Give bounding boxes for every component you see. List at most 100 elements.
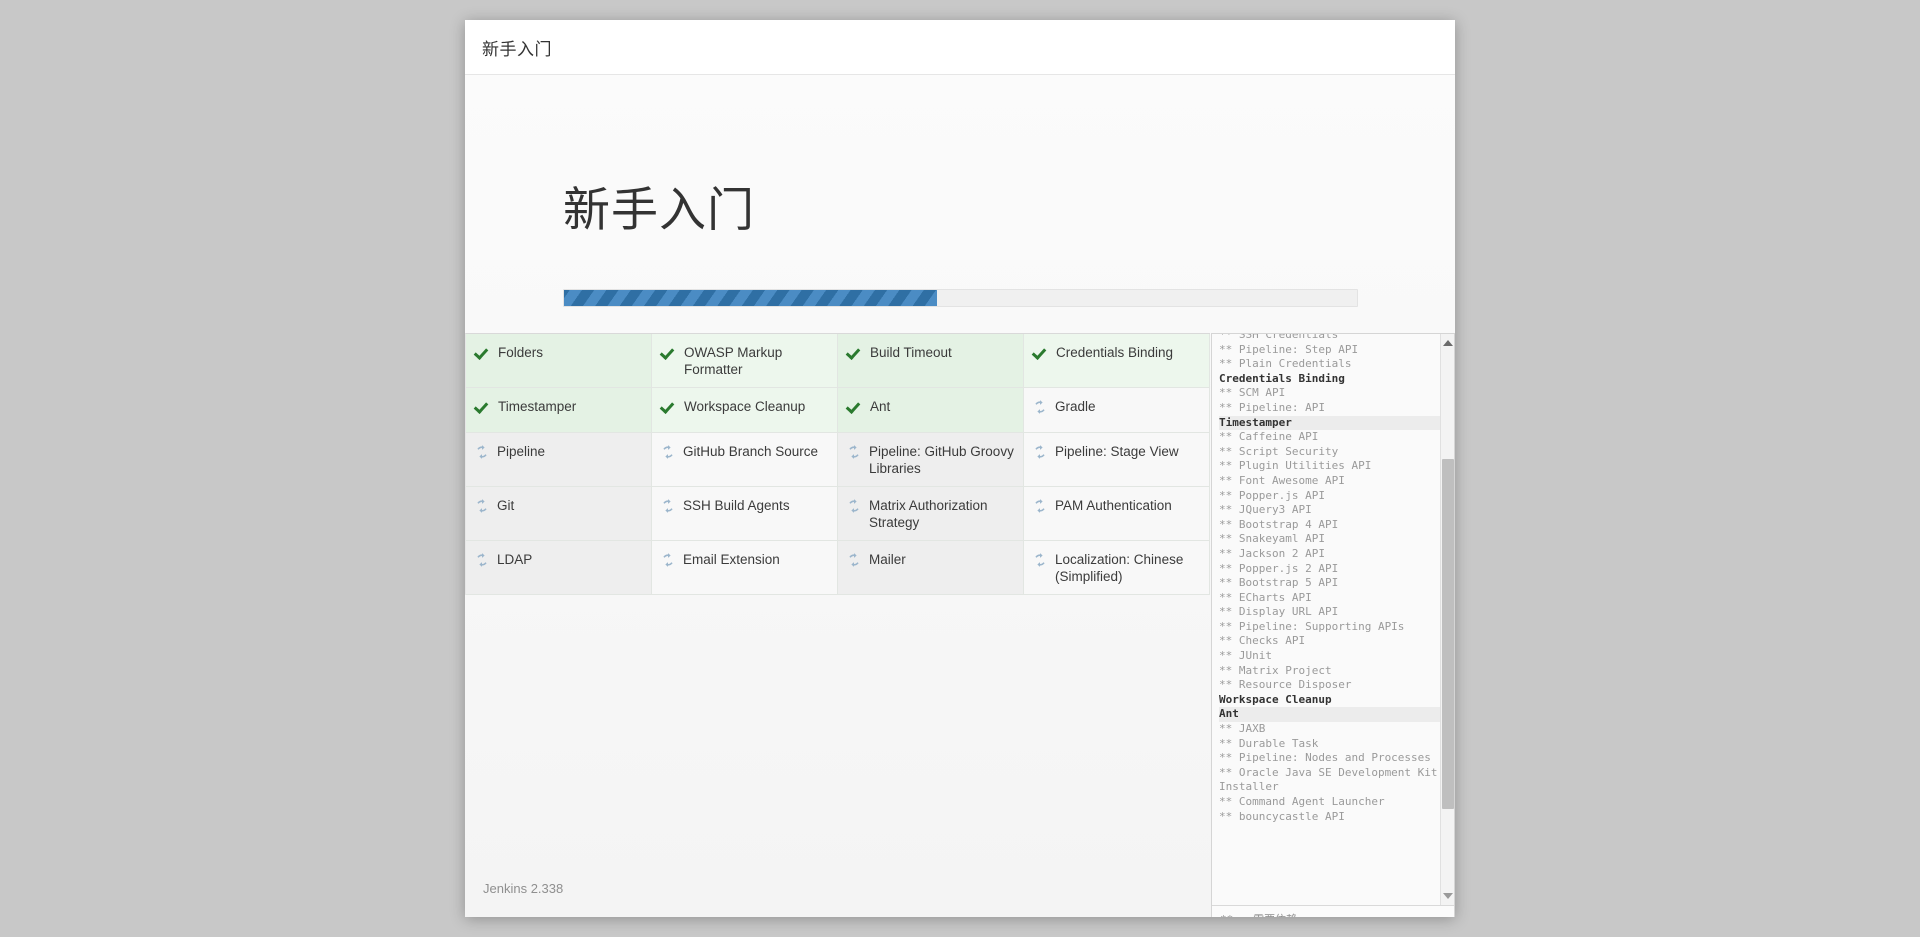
log-entry: ** Pipeline: Step API [1219, 343, 1440, 358]
jenkins-version-label: Jenkins 2.338 [483, 881, 563, 896]
spinner-icon [847, 499, 861, 513]
log-entry: Timestamper [1219, 416, 1440, 431]
plugin-name-label: Credentials Binding [1056, 343, 1173, 361]
scroll-up-arrow-icon[interactable] [1441, 336, 1454, 350]
plugin-cell: Credentials Binding [1024, 334, 1210, 388]
log-entry: ** Popper.js 2 API [1219, 562, 1440, 577]
plugin-name-label: PAM Authentication [1055, 496, 1172, 514]
plugin-cell: PAM Authentication [1024, 487, 1210, 541]
log-entry: Ant [1219, 707, 1440, 722]
plugin-name-label: Matrix Authorization Strategy [869, 496, 1015, 531]
log-entry: ** Plugin Utilities API [1219, 459, 1440, 474]
log-entry: ** Display URL API [1219, 605, 1440, 620]
dialog-header-title: 新手入门 [482, 35, 552, 60]
plugin-cell: OWASP Markup Formatter [652, 334, 838, 388]
plugin-name-label: Ant [870, 397, 890, 415]
plugin-name-label: Folders [498, 343, 543, 361]
log-entry: Workspace Cleanup [1219, 693, 1440, 708]
hero-section: 新手入门 [465, 75, 1455, 330]
plugin-name-label: Workspace Cleanup [684, 397, 805, 415]
plugin-status-grid: Folders OWASP Markup Formatter Build Timeo… [465, 333, 1210, 595]
plugin-name-label: SSH Build Agents [683, 496, 790, 514]
plugin-cell: LDAP [466, 541, 652, 595]
spinner-icon [661, 445, 675, 459]
plugin-cell: Mailer [838, 541, 1024, 595]
check-icon [475, 345, 490, 360]
check-icon [661, 399, 676, 414]
log-scrollbar[interactable] [1440, 334, 1454, 905]
plugin-name-label: Email Extension [683, 550, 780, 568]
plugin-name-label: OWASP Markup Formatter [684, 343, 829, 378]
log-entry: ** Pipeline: API [1219, 401, 1440, 416]
plugin-cell: Email Extension [652, 541, 838, 595]
desktop-background: 新手入门 新手入门 Folders OWASP Markup Formatter B… [0, 0, 1920, 937]
log-entry: ** Font Awesome API [1219, 474, 1440, 489]
log-entry: ** Checks API [1219, 634, 1440, 649]
plugin-name-label: Build Timeout [870, 343, 952, 361]
log-entry: ** JUnit [1219, 649, 1440, 664]
plugin-cell: Gradle [1024, 388, 1210, 433]
dialog-footer: Jenkins 2.338 [465, 859, 1455, 917]
plugin-name-label: Gradle [1055, 397, 1096, 415]
install-log-panel: ** SSH Credentials** Pipeline: Step API*… [1211, 333, 1455, 917]
log-entry: ** Matrix Project [1219, 664, 1440, 679]
log-entry: ** Caffeine API [1219, 430, 1440, 445]
scrollbar-thumb[interactable] [1442, 459, 1454, 809]
install-log-list: ** SSH Credentials** Pipeline: Step API*… [1212, 334, 1440, 824]
log-entry: ** JAXB [1219, 722, 1440, 737]
plugin-cell: Ant [838, 388, 1024, 433]
plugin-cell: Git [466, 487, 652, 541]
log-entry: ** ECharts API [1219, 591, 1440, 606]
install-progress-bar [563, 289, 1358, 307]
check-icon [847, 345, 862, 360]
log-entry: ** Popper.js API [1219, 489, 1440, 504]
plugin-cell: SSH Build Agents [652, 487, 838, 541]
log-entry: ** bouncycastle API [1219, 810, 1440, 825]
setup-wizard-dialog: 新手入门 新手入门 Folders OWASP Markup Formatter B… [465, 20, 1455, 917]
plugin-name-label: Localization: Chinese (Simplified) [1055, 550, 1201, 585]
plugin-cell: Build Timeout [838, 334, 1024, 388]
plugin-cell: Localization: Chinese (Simplified) [1024, 541, 1210, 595]
log-entry: ** Pipeline: Supporting APIs [1219, 620, 1440, 635]
log-entry: ** JQuery3 API [1219, 503, 1440, 518]
log-entry: Credentials Binding [1219, 372, 1440, 387]
plugin-name-label: Git [497, 496, 514, 514]
spinner-icon [1033, 499, 1047, 513]
log-entry: ** Jackson 2 API [1219, 547, 1440, 562]
log-entry: ** Bootstrap 5 API [1219, 576, 1440, 591]
spinner-icon [1033, 445, 1047, 459]
spinner-icon [475, 445, 489, 459]
plugin-cell: Pipeline: Stage View [1024, 433, 1210, 487]
spinner-icon [1033, 553, 1047, 567]
log-entry: ** Plain Credentials [1219, 357, 1440, 372]
log-entry: ** Oracle Java SE Development Kit Instal… [1219, 766, 1440, 795]
log-entry: ** Durable Task [1219, 737, 1440, 752]
log-entry: ** Script Security [1219, 445, 1440, 460]
plugin-install-area: Folders OWASP Markup Formatter Build Timeo… [465, 333, 1455, 595]
log-entry: ** Bootstrap 4 API [1219, 518, 1440, 533]
page-title: 新手入门 [563, 183, 1455, 237]
plugin-cell: Workspace Cleanup [652, 388, 838, 433]
dialog-body: 新手入门 Folders OWASP Markup Formatter Build … [465, 75, 1455, 917]
plugin-cell: Timestamper [466, 388, 652, 433]
plugin-name-label: LDAP [497, 550, 532, 568]
log-entry: ** SSH Credentials [1219, 334, 1440, 343]
plugin-name-label: GitHub Branch Source [683, 442, 818, 460]
check-icon [475, 399, 490, 414]
check-icon [847, 399, 862, 414]
log-entry: ** Snakeyaml API [1219, 532, 1440, 547]
plugin-cell: Matrix Authorization Strategy [838, 487, 1024, 541]
log-scroll-area: ** SSH Credentials** Pipeline: Step API*… [1212, 334, 1454, 905]
plugin-cell: GitHub Branch Source [652, 433, 838, 487]
plugin-name-label: Timestamper [498, 397, 576, 415]
spinner-icon [661, 553, 675, 567]
check-icon [661, 345, 676, 360]
log-entry: ** Resource Disposer [1219, 678, 1440, 693]
log-entry: ** SCM API [1219, 386, 1440, 401]
plugin-name-label: Mailer [869, 550, 906, 568]
plugin-cell: Folders [466, 334, 652, 388]
log-entry: ** Command Agent Launcher [1219, 795, 1440, 810]
spinner-icon [847, 553, 861, 567]
spinner-icon [661, 499, 675, 513]
log-entry: ** Pipeline: Nodes and Processes [1219, 751, 1440, 766]
